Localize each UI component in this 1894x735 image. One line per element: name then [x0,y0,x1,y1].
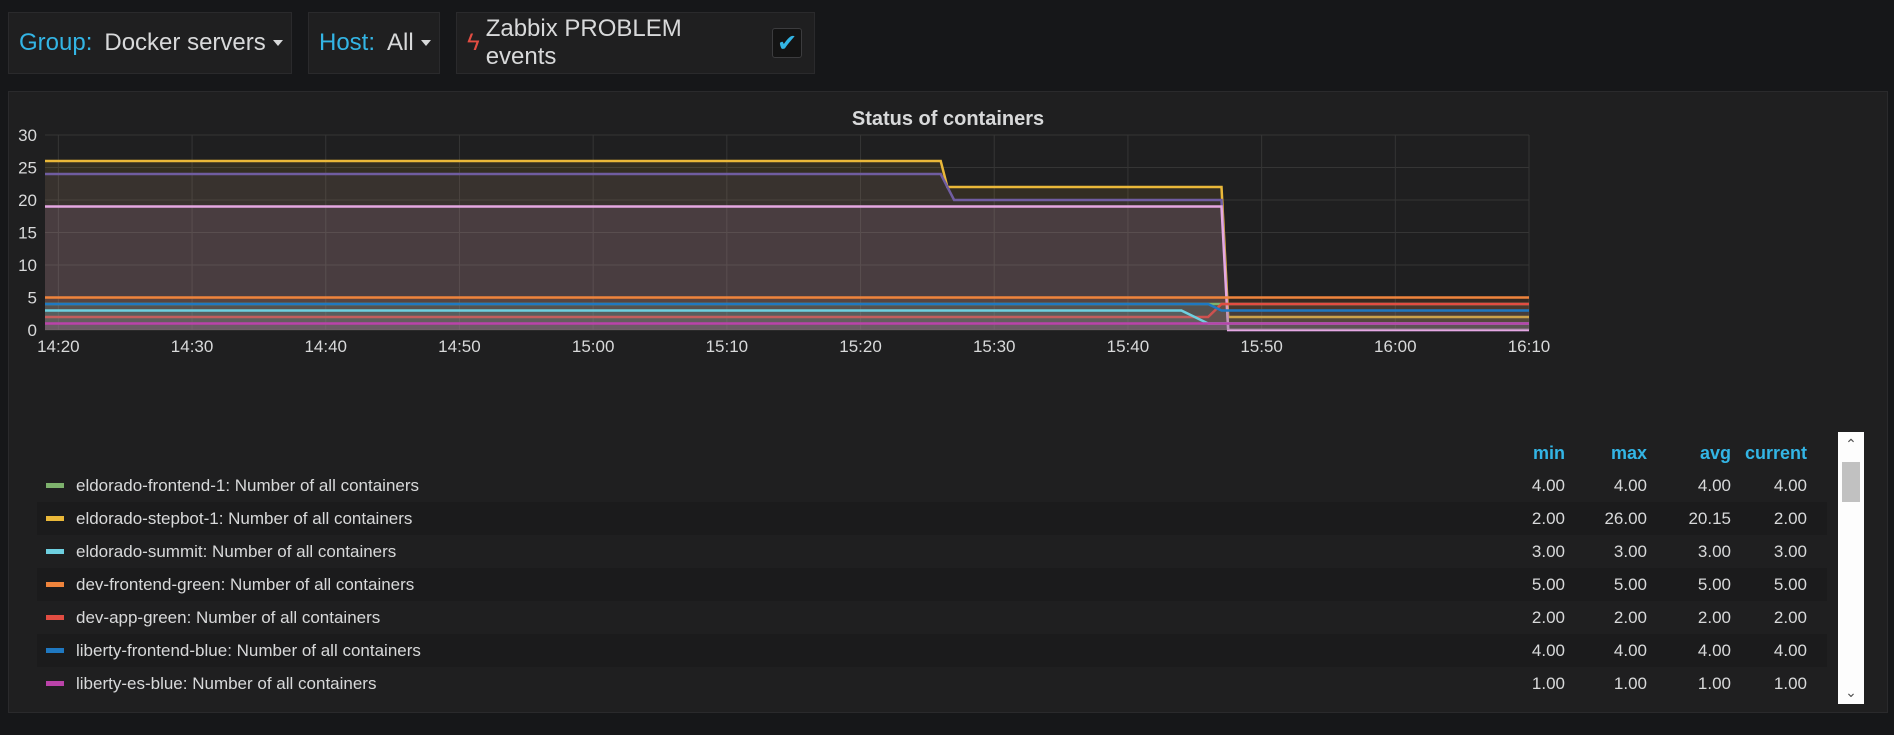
x-tick-label: 15:10 [706,337,749,356]
legend-row[interactable]: eldorado-stepbot-1: Number of all contai… [37,502,1827,535]
x-tick-label: 14:30 [171,337,214,356]
legend-max-value: 4.00 [1613,475,1647,495]
legend-scrollbar[interactable]: ⌃ ⌄ [1838,432,1864,704]
legend-swatch[interactable] [46,549,64,554]
legend-series-name[interactable]: liberty-frontend-blue: Number of all con… [76,641,1525,661]
legend-row[interactable]: liberty-frontend-blue: Number of all con… [37,634,1827,667]
legend-series-name[interactable]: liberty-es-blue: Number of all container… [76,674,1525,694]
legend-min-value: 2.00 [1531,607,1565,627]
annotation-label: Zabbix PROBLEM events [485,15,682,70]
legend-swatch[interactable] [46,582,64,587]
legend-current-value: 1.00 [1773,673,1807,693]
group-label: Group: [19,29,93,56]
legend-min-value: 4.00 [1531,640,1565,660]
legend-series-name[interactable]: dev-frontend-green: Number of all contai… [76,575,1525,595]
legend-series-name[interactable]: eldorado-frontend-1: Number of all conta… [76,476,1525,496]
legend-max-value: 26.00 [1604,508,1647,528]
legend-min-value: 2.00 [1531,508,1565,528]
x-tick-label: 15:20 [839,337,882,356]
group-value[interactable]: Docker servers [104,29,265,57]
x-tick-label: 14:20 [37,337,80,356]
chevron-down-icon[interactable] [420,40,431,46]
lightning-icon: ϟ [467,29,480,56]
legend-avg-value: 5.00 [1697,574,1731,594]
x-tick-label: 15:00 [572,337,615,356]
legend-max-value: 5.00 [1613,574,1647,594]
legend-max-value: 2.00 [1613,607,1647,627]
legend-avg-value: 1.00 [1697,673,1731,693]
y-tick-label: 5 [28,289,37,308]
legend-swatch[interactable] [46,483,64,488]
legend-current-value: 2.00 [1773,508,1807,528]
legend-avg-value: 2.00 [1697,607,1731,627]
legend-swatch[interactable] [46,615,64,620]
chart-plot[interactable]: 0 5 10 15 20 25 30 14:20 14:30 14:40 14:50 15:00 15:… [9,92,1889,432]
y-tick-label: 30 [18,126,37,145]
legend-min-value: 4.00 [1531,475,1565,495]
x-tick-label: 15:40 [1107,337,1150,356]
legend-avg-value: 4.00 [1697,475,1731,495]
legend-swatch[interactable] [46,516,64,521]
host-label: Host: [319,29,376,56]
chevron-down-icon[interactable] [272,40,283,46]
legend-table: min max avg current eldorado-frontend-1:… [37,438,1827,698]
y-tick-label: 20 [18,191,37,210]
x-tick-label: 15:30 [973,337,1016,356]
legend-row[interactable]: dev-frontend-green: Number of all contai… [37,568,1827,601]
legend-series-name[interactable]: eldorado-summit: Number of all container… [76,542,1525,562]
legend-swatch[interactable] [46,648,64,653]
legend-avg-value: 20.15 [1688,508,1731,528]
legend-col-max[interactable]: max [1565,443,1647,464]
legend-row[interactable]: dev-app-green: Number of all containers 2… [37,601,1827,634]
legend-swatch[interactable] [46,681,64,686]
legend-header: min max avg current [37,438,1827,469]
legend-row[interactable]: liberty-es-blue: Number of all container… [37,667,1827,700]
legend-row[interactable]: eldorado-frontend-1: Number of all conta… [37,469,1827,502]
scroll-thumb[interactable] [1842,462,1860,502]
legend-min-value: 1.00 [1531,673,1565,693]
scroll-down-icon[interactable]: ⌄ [1838,680,1864,704]
y-tick-label: 25 [18,159,37,178]
x-tick-label: 15:50 [1240,337,1283,356]
legend-avg-value: 4.00 [1697,640,1731,660]
legend-current-value: 2.00 [1773,607,1807,627]
checkmark-icon: ✔ [777,29,798,57]
y-tick-label: 15 [18,224,37,243]
legend-current-value: 3.00 [1773,541,1807,561]
y-tick-label: 0 [28,321,37,340]
legend-current-value: 4.00 [1773,475,1807,495]
legend-col-avg[interactable]: avg [1647,443,1731,464]
annotation-checkbox[interactable]: ✔ [772,28,802,58]
legend-series-name[interactable]: eldorado-stepbot-1: Number of all contai… [76,509,1525,529]
legend-min-value: 3.00 [1531,541,1565,561]
graph-panel: Status of containers 0 5 10 15 20 25 30 14:20 14… [8,91,1888,713]
legend-series-name[interactable]: dev-app-green: Number of all containers [76,608,1525,628]
x-tick-label: 16:00 [1374,337,1417,356]
host-value[interactable]: All [387,29,414,57]
legend-max-value: 3.00 [1613,541,1647,561]
legend-min-value: 5.00 [1531,574,1565,594]
x-tick-label: 14:40 [304,337,347,356]
host-variable[interactable]: Host: All [308,12,440,74]
legend-current-value: 5.00 [1773,574,1807,594]
legend-col-current[interactable]: current [1731,443,1807,464]
scroll-up-icon[interactable]: ⌃ [1838,432,1864,456]
legend-col-min[interactable]: min [1525,443,1565,464]
y-tick-label: 10 [18,256,37,275]
annotation-toggle[interactable]: ϟ Zabbix PROBLEM events ✔ [456,12,815,74]
legend-row[interactable]: eldorado-summit: Number of all container… [37,535,1827,568]
legend-current-value: 4.00 [1773,640,1807,660]
x-tick-label: 16:10 [1508,337,1551,356]
legend-max-value: 1.00 [1613,673,1647,693]
x-tick-label: 14:50 [438,337,481,356]
legend-max-value: 4.00 [1613,640,1647,660]
legend-avg-value: 3.00 [1697,541,1731,561]
group-variable[interactable]: Group: Docker servers [8,12,292,74]
legend-rows: eldorado-frontend-1: Number of all conta… [37,469,1827,700]
